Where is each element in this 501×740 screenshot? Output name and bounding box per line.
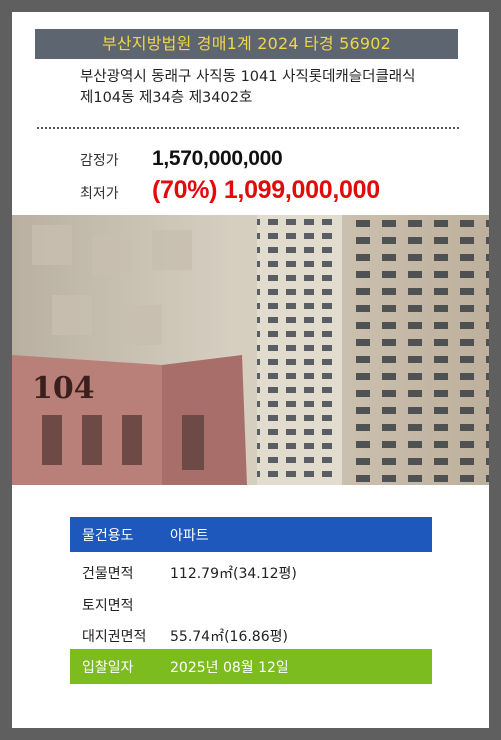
- dotted-divider: [37, 127, 459, 129]
- land-right-label: 대지권면적: [82, 629, 147, 645]
- building-photo: 104: [12, 215, 489, 485]
- land-right-value: 55.74㎡(16.86평): [170, 629, 288, 645]
- appraisal-row: 감정가 1,570,000,000: [80, 147, 283, 171]
- building-area-row: 건물면적 112.79㎡(34.12평): [70, 558, 432, 588]
- auction-card: 부산지방법원 경매1계 2024 타경 56902 부산광역시 동래구 사직동 …: [12, 12, 489, 728]
- building-area-label: 건물면적: [82, 566, 134, 582]
- minimum-price-row: 최저가 (70%) 1,099,000,000: [80, 176, 380, 205]
- usage-label: 물건용도: [82, 527, 134, 544]
- appraisal-label: 감정가: [80, 153, 119, 169]
- land-area-label: 토지면적: [82, 598, 134, 614]
- bid-date-row: 입찰일자 2025년 08월 12일: [70, 649, 432, 684]
- usage-row: 물건용도 아파트: [70, 517, 432, 552]
- address-line-1: 부산광역시 동래구 사직동 1041 사직롯데캐슬더클래식: [80, 69, 416, 85]
- case-title: 부산지방법원 경매1계 2024 타경 56902: [35, 29, 458, 59]
- usage-value: 아파트: [170, 527, 209, 544]
- building-number-sign: 104: [32, 371, 95, 406]
- building-area-value: 112.79㎡(34.12평): [170, 566, 297, 582]
- bid-date-value: 2025년 08월 12일: [170, 659, 289, 676]
- minimum-price-value: (70%) 1,099,000,000: [152, 176, 380, 204]
- land-area-row: 토지면적: [70, 590, 432, 620]
- bid-date-label: 입찰일자: [82, 659, 134, 676]
- land-right-row: 대지권면적 55.74㎡(16.86평): [70, 621, 432, 651]
- minimum-price-label: 최저가: [80, 186, 119, 202]
- property-address: 부산광역시 동래구 사직동 1041 사직롯데캐슬더클래식 제104동 제34층…: [80, 67, 480, 109]
- appraisal-value: 1,570,000,000: [152, 147, 283, 170]
- address-line-2: 제104동 제34층 제3402호: [80, 90, 253, 106]
